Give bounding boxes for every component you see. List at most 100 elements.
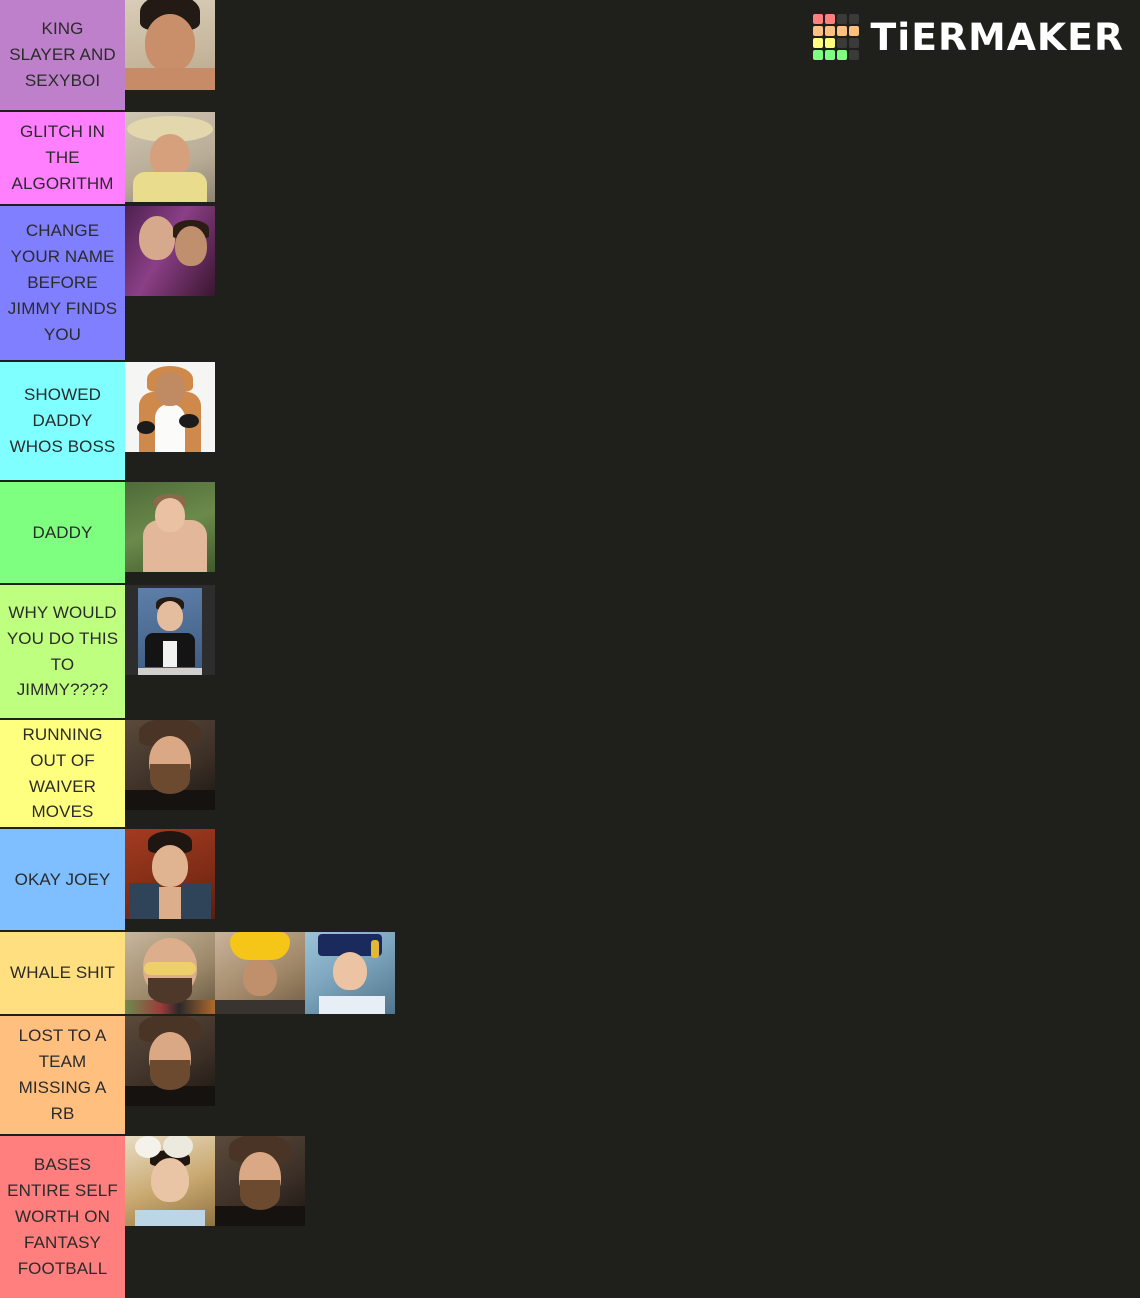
logo-cell-2-0 [813,38,824,48]
yearbook-tuxedo-portrait-photo[interactable] [125,585,215,675]
tiermaker-wordmark: TiERMAKER [870,15,1125,59]
tier-row: GLITCH IN THE ALGORITHM [0,112,1140,204]
tier-items-dropzone[interactable] [125,585,1140,718]
man-in-kitchen-photo[interactable] [125,0,215,90]
logo-cell-2-2 [837,38,848,48]
logo-cell-2-3 [849,38,860,48]
photo-part-face [155,498,185,532]
tier-label[interactable]: BASES ENTIRE SELF WORTH ON FANTASY FOOTB… [0,1136,125,1298]
tiermaker-logo[interactable]: TiERMAKER [813,14,1125,60]
photo-part-paper [319,996,385,1014]
bearded-man-webcam-photo[interactable] [125,1016,215,1106]
tier-items-dropzone[interactable] [125,1016,1140,1134]
photo-part-shirt-l [129,883,159,919]
thumbnail-image [125,1016,215,1106]
tier-label[interactable]: CHANGE YOUR NAME BEFORE JIMMY FINDS YOU [0,206,125,360]
man-flower-crown-photo[interactable] [125,1136,215,1226]
photo-part-beard [148,978,192,1004]
thumbnail-image [125,1136,215,1226]
tier-label[interactable]: GLITCH IN THE ALGORITHM [0,112,125,204]
photo-part-shirt-r [181,883,211,919]
logo-cell-3-3 [849,50,860,60]
photo-part-f-a [139,216,175,260]
tier-row: OKAY JOEY [0,829,1140,930]
tier-label[interactable]: KING SLAYER AND SEXYBOI [0,0,125,110]
tier-label[interactable]: RUNNING OUT OF WAIVER MOVES [0,720,125,827]
thumbnail-image [215,1136,305,1226]
tiermaker-canvas: TiERMAKER KING SLAYER AND SEXYBOI GLITCH … [0,0,1140,1298]
photo-part-f-b [175,226,207,266]
shirtless-man-on-grass-photo[interactable] [125,482,215,572]
tier-label[interactable]: WHALE SHIT [0,932,125,1014]
logo-cell-1-0 [813,26,824,36]
thumbnail-image [125,720,215,810]
bearded-man-webcam-photo[interactable] [125,720,215,810]
tier-items-dropzone[interactable] [125,362,1140,480]
photo-part-face [152,845,188,887]
thumbnail-image [125,0,215,90]
logo-cell-3-2 [837,50,848,60]
photo-part-shirt [163,641,177,667]
photo-part-face [243,958,277,996]
thumbnail-image [125,362,215,452]
man-yellow-hat-photo[interactable] [215,932,305,1014]
photo-part-ph-extra [125,68,215,90]
logo-cell-3-0 [813,50,824,60]
tier-items-dropzone[interactable] [125,829,1140,930]
photo-part-flow-a [135,1136,161,1158]
tier-label[interactable]: DADDY [0,482,125,583]
bearded-man-webcam-photo[interactable] [215,1136,305,1226]
tier-label[interactable]: SHOWED DADDY WHOS BOSS [0,362,125,480]
man-yellow-glasses-photo[interactable] [125,932,215,1014]
tier-items-dropzone[interactable] [125,206,1140,360]
thumbnail-image [125,932,215,1014]
logo-cell-3-1 [825,50,836,60]
photo-part-beard [150,1060,190,1090]
photo-part-belly [155,404,185,452]
photo-part-face [151,1158,189,1202]
tier-label[interactable]: WHY WOULD YOU DO THIS TO JIMMY???? [0,585,125,718]
photo-part-glass [144,962,196,975]
photo-part-face [157,601,183,631]
photo-part-face [145,14,195,72]
tier-items-dropzone[interactable] [125,482,1140,583]
logo-cell-2-1 [825,38,836,48]
tier-items-dropzone[interactable] [125,720,1140,827]
logo-cell-1-3 [849,26,860,36]
photo-part-mitt-r [179,414,199,428]
logo-cell-0-3 [849,14,860,24]
photo-part-face [155,372,185,406]
tier-row: BASES ENTIRE SELF WORTH ON FANTASY FOOTB… [0,1136,1140,1298]
photo-part-ph-extra [133,172,207,202]
tier-list: KING SLAYER AND SEXYBOI GLITCH IN THE ALG… [0,0,1140,1298]
photo-part-strip [138,668,202,675]
logo-cell-1-1 [825,26,836,36]
tier-row: RUNNING OUT OF WAIVER MOVES [0,720,1140,827]
photo-part-beard [150,764,190,794]
tier-label[interactable]: OKAY JOEY [0,829,125,930]
tier-row: LOST TO A TEAM MISSING A RB [0,1016,1140,1134]
man-open-plaid-shirt-photo[interactable] [125,829,215,919]
tier-row: DADDY [0,482,1140,583]
tier-label[interactable]: LOST TO A TEAM MISSING A RB [0,1016,125,1134]
photo-part-hat [230,932,290,960]
thumbnail-image [125,112,215,202]
photo-part-tassel [371,940,379,958]
tier-items-dropzone[interactable] [125,932,1140,1014]
photo-part-mitt-l [137,421,155,434]
thumbnail-image [305,932,395,1014]
tier-row: WHY WOULD YOU DO THIS TO JIMMY???? [0,585,1140,718]
logo-cell-0-2 [837,14,848,24]
tier-items-dropzone[interactable] [125,112,1140,204]
two-men-purple-light-photo[interactable] [125,206,215,296]
thumbnail-image [125,206,215,296]
logo-cell-0-1 [825,14,836,24]
tier-row: CHANGE YOUR NAME BEFORE JIMMY FINDS YOU [0,206,1140,360]
thumbnail-image [125,585,215,675]
man-graduation-cap-photo[interactable] [305,932,395,1014]
tier-items-dropzone[interactable] [125,1136,1140,1298]
tiermaker-logo-grid-icon [813,14,860,60]
logo-cell-1-2 [837,26,848,36]
man-in-reindeer-onesie-photo[interactable] [125,362,215,452]
man-in-straw-hat-photo[interactable] [125,112,215,202]
